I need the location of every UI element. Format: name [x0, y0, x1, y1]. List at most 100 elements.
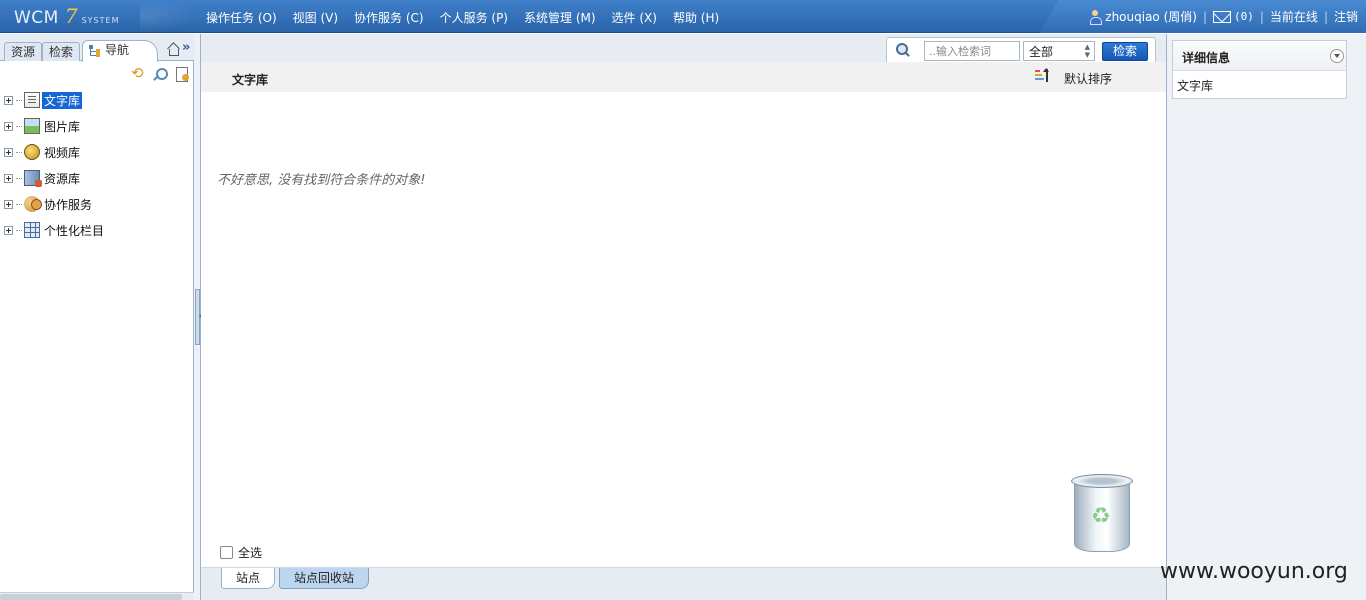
search-scope-value: 全部	[1029, 45, 1054, 59]
doc-library-icon	[24, 92, 40, 108]
tree-node[interactable]: 文字库	[4, 87, 106, 113]
search-icon	[895, 43, 909, 57]
scrollbar-thumb[interactable]	[0, 594, 182, 600]
menu-collaboration[interactable]: 协作服务 (C)	[354, 9, 424, 26]
divider: |	[1323, 9, 1328, 24]
user-name[interactable]: zhouqiao (周俏)	[1105, 8, 1197, 25]
tree-node-label[interactable]: 协作服务	[42, 196, 94, 213]
tree-node-label[interactable]: 图片库	[42, 118, 82, 135]
logo-version: 7	[64, 4, 78, 28]
wcm-logo: WCM 7 SYSTEM	[14, 4, 119, 30]
logo-brand: WCM	[14, 8, 59, 28]
tab-resource[interactable]: 资源	[4, 42, 43, 61]
detail-value: 文字库	[1177, 79, 1214, 93]
resource-library-icon	[24, 170, 42, 187]
menu-view[interactable]: 视图 (V)	[293, 9, 338, 26]
tree-node-label[interactable]: 文字库	[42, 91, 83, 109]
tree-connector	[16, 177, 22, 179]
search-button[interactable]: 检索	[1102, 42, 1148, 61]
tree-node-label[interactable]: 资源库	[42, 170, 82, 187]
home-icon[interactable]	[166, 42, 180, 56]
expand-plus-icon[interactable]	[4, 199, 13, 209]
user-bar: zhouqiao (周俏) | (0) | 当前在线 | 注销	[1063, 0, 1366, 33]
tree-node[interactable]: 个性化栏目	[4, 217, 106, 243]
expand-plus-icon[interactable]	[4, 95, 13, 105]
expand-plus-icon[interactable]	[4, 121, 13, 131]
expand-plus-icon[interactable]	[4, 147, 13, 157]
refresh-icon[interactable]	[130, 64, 146, 82]
tree-icon	[89, 45, 101, 57]
select-all[interactable]: 全选	[220, 544, 262, 561]
mail-icon[interactable]	[1213, 10, 1231, 23]
chevron-down-icon[interactable]	[1330, 49, 1344, 63]
logout-link[interactable]: 注销	[1334, 8, 1358, 25]
tree-toolbar	[130, 64, 190, 82]
tree-node[interactable]: 视频库	[4, 139, 106, 165]
nav-tree: 文字库 图片库 视频库 资源库 协作服务 个性化栏目	[4, 87, 106, 243]
tree-node[interactable]: 图片库	[4, 113, 106, 139]
expand-plus-icon[interactable]	[4, 225, 13, 235]
tree-node[interactable]: 资源库	[4, 165, 106, 191]
tab-site[interactable]: 站点	[221, 568, 276, 589]
top-bar: WCM 7 SYSTEM 操作任务 (O) 视图 (V) 协作服务 (C) 个人…	[0, 0, 1366, 33]
picture-library-icon	[24, 118, 40, 134]
sort-label[interactable]: 默认排序	[1064, 70, 1112, 87]
left-panel: 资源 检索 导航 » 文字库	[0, 34, 194, 600]
tree-connector	[16, 151, 22, 153]
expand-icon[interactable]: »	[182, 40, 190, 55]
menu-options[interactable]: 选件 (X)	[612, 9, 657, 26]
menu-personal[interactable]: 个人服务 (P)	[440, 9, 508, 26]
sort-icon[interactable]	[1035, 68, 1051, 83]
tab-navigation-label: 导航	[105, 43, 130, 57]
main-area: 全部 ▲▼ 检索 文字库 默认排序 不好意思, 没有找到符合条件的对象! 全选 …	[201, 34, 1166, 600]
online-users-link[interactable]: 当前在线	[1270, 8, 1318, 25]
search-scope-select[interactable]: 全部 ▲ ▼	[1023, 41, 1095, 61]
tab-site-recycle-bin[interactable]: 站点回收站	[279, 568, 370, 589]
logo-decoration	[140, 0, 200, 33]
search-bar: 全部 ▲▼ 检索	[201, 34, 1166, 62]
select-all-label: 全选	[238, 546, 263, 560]
empty-message: 不好意思, 没有找到符合条件的对象!	[217, 173, 426, 188]
list-title: 文字库	[232, 73, 269, 87]
tree-node-label[interactable]: 个性化栏目	[42, 222, 106, 239]
mail-count[interactable]: (0)	[1234, 10, 1254, 23]
tree-node-label[interactable]: 视频库	[42, 144, 82, 161]
tab-navigation[interactable]: 导航	[82, 40, 159, 62]
collapse-handle[interactable]	[195, 289, 202, 345]
left-tab-strip: 资源 检索 导航 »	[0, 34, 194, 62]
select-all-checkbox[interactable]	[220, 546, 233, 559]
find-icon[interactable]	[152, 66, 168, 82]
search-input[interactable]	[924, 41, 1020, 61]
menu-system-admin[interactable]: 系统管理 (M)	[524, 9, 596, 26]
user-icon	[1089, 9, 1103, 25]
tab-search[interactable]: 检索	[42, 42, 81, 61]
detail-box: 详细信息 文字库	[1172, 40, 1347, 99]
custom-column-icon	[24, 222, 40, 238]
menu-operation-tasks[interactable]: 操作任务 (O)	[206, 9, 277, 26]
tree-connector	[16, 229, 22, 231]
menu-help[interactable]: 帮助 (H)	[673, 9, 719, 26]
main-menu: 操作任务 (O) 视图 (V) 协作服务 (C) 个人服务 (P) 系统管理 (…	[206, 9, 719, 26]
tree-connector	[16, 125, 22, 127]
collaboration-icon	[24, 196, 42, 212]
divider: |	[1259, 9, 1264, 24]
logo-subtitle: SYSTEM	[81, 16, 120, 25]
detail-header: 详细信息	[1173, 41, 1346, 71]
right-panel: 详细信息 文字库	[1171, 34, 1366, 600]
select-arrows-icon: ▲ ▼	[1084, 43, 1090, 59]
left-splitter[interactable]	[194, 34, 202, 600]
tree-node[interactable]: 协作服务	[4, 191, 106, 217]
expand-plus-icon[interactable]	[4, 173, 13, 183]
list-header: 文字库 默认排序	[201, 62, 1166, 92]
video-library-icon	[24, 144, 40, 160]
horizontal-scrollbar[interactable]	[0, 592, 194, 600]
tree-connector	[16, 203, 22, 205]
recycle-bin-icon[interactable]: ♻	[1069, 474, 1135, 556]
detail-title: 详细信息	[1182, 51, 1231, 65]
search-box: 全部 ▲▼ 检索	[886, 37, 1156, 62]
new-document-icon[interactable]	[174, 66, 190, 82]
tree-connector	[16, 99, 22, 101]
watermark: www.wooyun.org	[1160, 559, 1348, 584]
bottom-tab-strip: 站点 站点回收站	[201, 567, 1166, 600]
divider: |	[1202, 9, 1207, 24]
